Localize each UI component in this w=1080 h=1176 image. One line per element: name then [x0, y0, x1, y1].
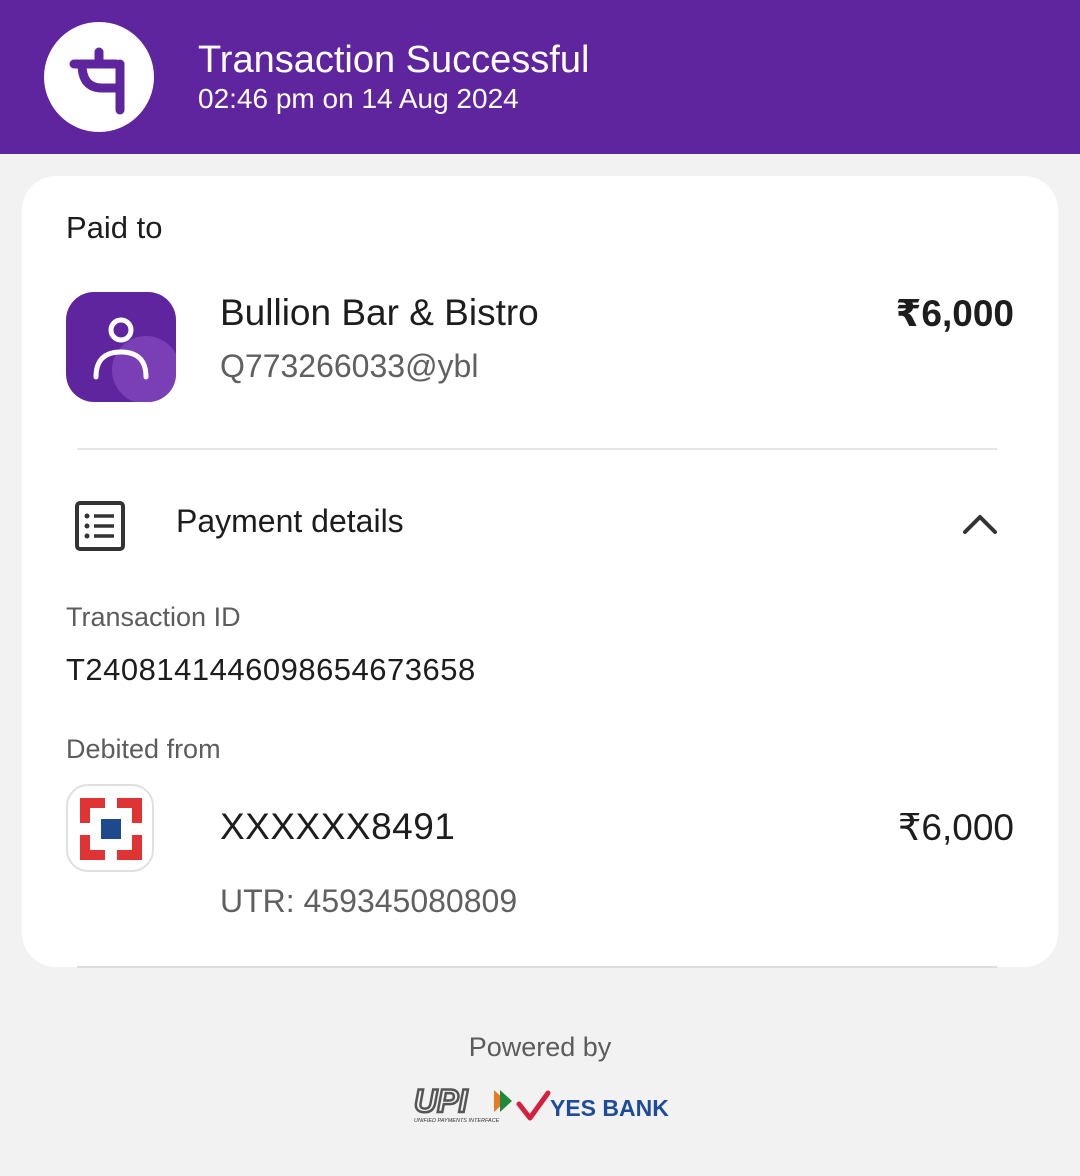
yes-bank-check-icon: [516, 1090, 551, 1121]
transaction-status-title: Transaction Successful: [198, 39, 590, 81]
transaction-card: Paid to Bullion Bar & Bistro Q773266033@…: [22, 176, 1058, 967]
paid-amount: ₹6,000: [895, 293, 1014, 334]
person-icon: [66, 292, 176, 402]
paid-to-label: Paid to: [66, 210, 163, 245]
transaction-header: Transaction Successful 02:46 pm on 14 Au…: [0, 0, 1080, 154]
receipt-list-icon: [74, 500, 126, 557]
divider: [77, 448, 997, 450]
powered-by-label: Powered by: [468, 1032, 612, 1062]
divider: [77, 966, 997, 968]
transaction-id-label: Transaction ID: [66, 602, 241, 632]
debit-amount: ₹6,000: [897, 807, 1014, 848]
debited-from-label: Debited from: [66, 734, 221, 764]
yes-bank-logo: YES BANK: [516, 1088, 672, 1129]
merchant-upi-id: Q773266033@ybl: [220, 348, 479, 384]
phonepe-logo-icon: [44, 22, 154, 132]
hdfc-bank-logo-icon: [66, 784, 154, 872]
yes-bank-text: YES BANK: [550, 1095, 669, 1121]
utr-number: UTR: 459345080809: [220, 883, 518, 919]
payment-details-toggle[interactable]: Payment details: [176, 503, 404, 540]
account-number: XXXXXX8491: [220, 806, 456, 847]
upi-logo: UPI UNIFIED PAYMENTS INTERFACE: [412, 1082, 516, 1129]
merchant-name: Bullion Bar & Bistro: [220, 292, 539, 333]
upi-tagline: UNIFIED PAYMENTS INTERFACE: [414, 1118, 500, 1124]
chevron-up-icon[interactable]: [962, 512, 998, 541]
transaction-timestamp: 02:46 pm on 14 Aug 2024: [198, 83, 519, 114]
upi-logo-text: UPI: [414, 1084, 468, 1119]
transaction-id-value: T2408141446098654673658: [66, 652, 476, 687]
